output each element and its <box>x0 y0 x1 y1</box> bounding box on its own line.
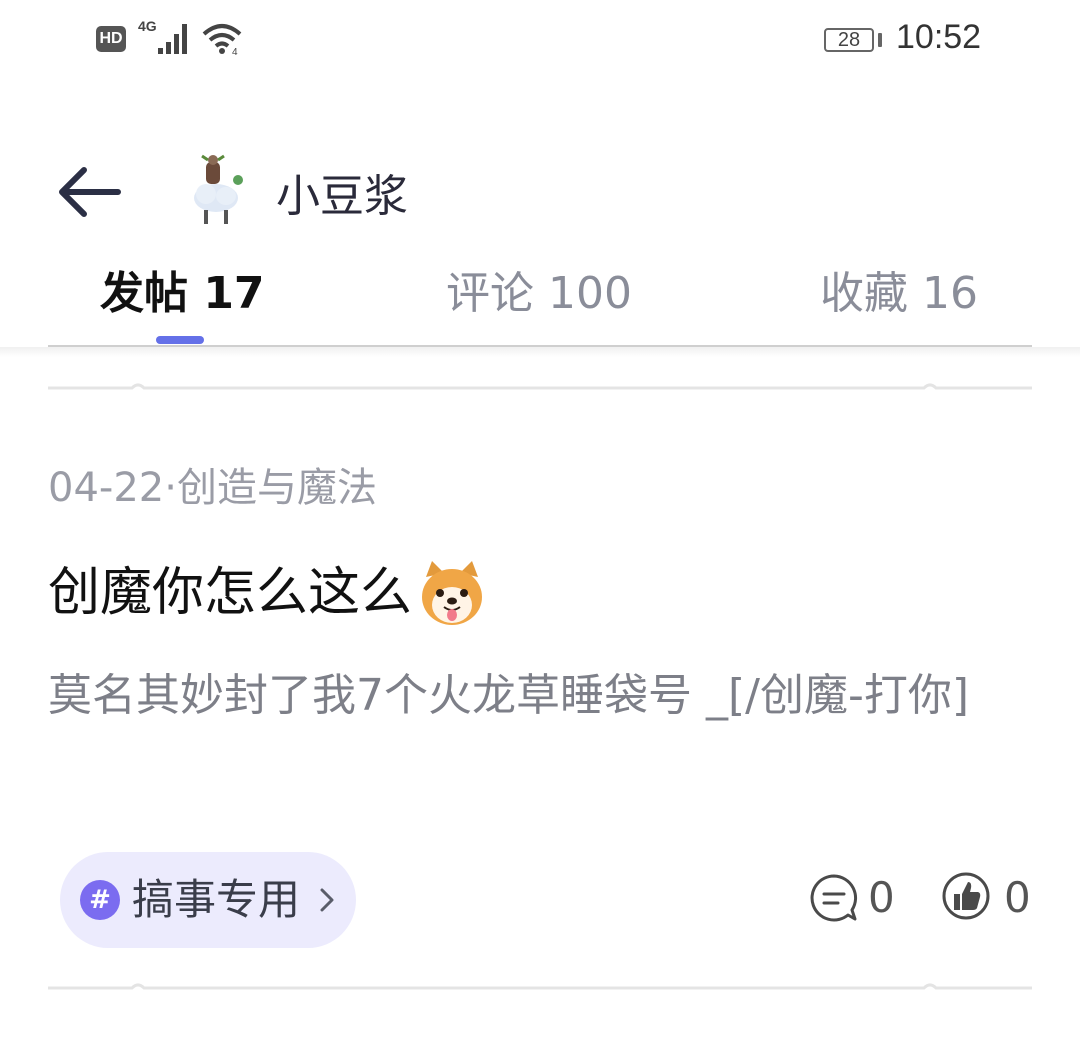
arrow-left-icon[interactable] <box>54 160 124 224</box>
tab-favorites[interactable]: 收藏 16 <box>820 264 978 324</box>
network-label: 4G <box>138 18 157 34</box>
user-name: 小豆浆 <box>276 171 408 222</box>
status-clock: 10:52 <box>896 18 982 56</box>
hd-badge: HD <box>96 26 126 52</box>
tab-comments[interactable]: 评论 100 <box>446 264 632 324</box>
comment-count: 0 <box>868 873 895 922</box>
separator-top <box>48 383 1032 390</box>
post-title: 创魔你怎么这么 <box>48 563 413 623</box>
svg-text:4: 4 <box>232 47 238 56</box>
sheep-avatar-icon[interactable] <box>180 150 252 230</box>
thumbs-up-icon[interactable] <box>940 870 992 922</box>
hashtag-icon: # <box>80 880 120 920</box>
wifi-icon: 4 <box>202 24 242 56</box>
battery-tip <box>878 33 882 47</box>
topic-tag-label: 搞事专用 <box>132 875 301 924</box>
doge-emoji-icon <box>422 561 483 625</box>
post-meta: 04-22·创造与魔法 <box>48 465 377 511</box>
post-body[interactable]: 莫名其妙封了我7个火龙草睡袋号 _[/创魔-打你] <box>48 660 1008 732</box>
post-title-row[interactable]: 创魔你怎么这么 <box>48 558 486 628</box>
header-shadow <box>0 347 1080 357</box>
separator-bottom <box>48 983 1032 990</box>
chevron-right-icon <box>320 888 334 912</box>
tab-active-indicator <box>156 336 204 344</box>
like-count: 0 <box>1004 873 1031 922</box>
signal-icon <box>158 24 187 54</box>
battery-indicator: 28 <box>824 28 874 52</box>
tab-posts[interactable]: 发帖 17 <box>100 264 265 324</box>
comment-icon[interactable] <box>808 872 860 924</box>
